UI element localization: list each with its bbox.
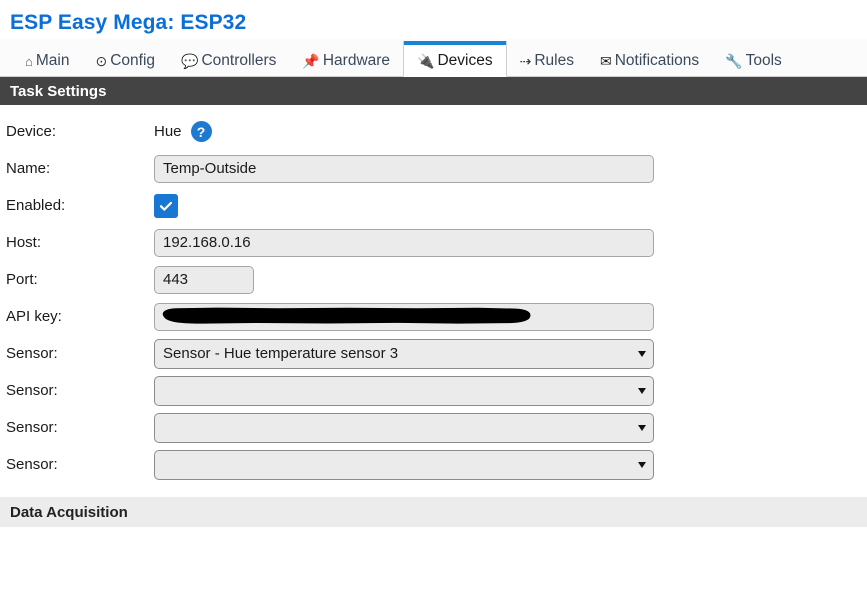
tab-notifications-label: Notifications bbox=[614, 52, 700, 70]
tab-hardware-label: Hardware bbox=[322, 52, 391, 70]
tab-main-label: Main bbox=[35, 52, 70, 70]
form-row-sensor-1: Sensor: Sensor - Hue temperature sensor … bbox=[0, 335, 867, 372]
port-input[interactable] bbox=[154, 265, 254, 294]
tab-controllers[interactable]: 💬 Controllers bbox=[168, 46, 289, 76]
form-row-sensor-4: Sensor: bbox=[0, 446, 867, 483]
data-acquisition-title: Data Acquisition bbox=[10, 503, 128, 521]
sensor-1-value: Sensor - Hue temperature sensor 3 bbox=[163, 345, 399, 363]
tab-controllers-label: Controllers bbox=[201, 52, 277, 70]
envelope-icon: ✉ bbox=[600, 53, 612, 70]
sensor-1-label: Sensor: bbox=[6, 345, 58, 363]
page-header: ESP Easy Mega: ESP32 bbox=[0, 0, 867, 40]
form-row-name: Name: bbox=[0, 150, 867, 187]
sensor-1-select[interactable]: Sensor - Hue temperature sensor 3 bbox=[154, 338, 654, 369]
form-row-port: Port: bbox=[0, 261, 867, 298]
tab-rules-label: Rules bbox=[534, 52, 574, 70]
help-icon[interactable]: ? bbox=[190, 121, 212, 143]
sensor-2-label: Sensor: bbox=[6, 382, 58, 400]
main-navigation: ⌂ Main ⊙ Config 💬 Controllers 📌 Hardware… bbox=[0, 39, 867, 78]
speech-bubble-icon: 💬 bbox=[181, 53, 199, 70]
tab-notifications[interactable]: ✉ Notifications bbox=[587, 46, 712, 76]
gear-icon: ⊙ bbox=[95, 53, 108, 70]
host-label: Host: bbox=[6, 234, 42, 252]
page-title: ESP Easy Mega: ESP32 bbox=[10, 11, 247, 34]
form-row-sensor-2: Sensor: bbox=[0, 372, 867, 409]
enabled-label: Enabled: bbox=[6, 197, 66, 215]
tab-main[interactable]: ⌂ Main bbox=[12, 46, 82, 76]
tab-hardware[interactable]: 📌 Hardware bbox=[289, 46, 403, 76]
host-input[interactable] bbox=[154, 228, 654, 257]
wrench-icon: 🔧 bbox=[725, 53, 743, 70]
name-label: Name: bbox=[6, 160, 51, 178]
form-row-device: Device: Hue ? bbox=[0, 113, 867, 150]
sensor-4-label: Sensor: bbox=[6, 456, 58, 474]
apikey-input[interactable] bbox=[154, 302, 654, 331]
pushpin-icon: 📌 bbox=[302, 53, 320, 70]
checkmark-icon bbox=[159, 201, 173, 211]
device-value: Hue bbox=[154, 123, 182, 141]
sensor-4-select[interactable] bbox=[154, 449, 654, 480]
apikey-label: API key: bbox=[6, 308, 62, 326]
house-icon: ⌂ bbox=[25, 53, 33, 69]
sensor-3-select[interactable] bbox=[154, 412, 654, 443]
tab-devices-label: Devices bbox=[437, 51, 493, 69]
form-row-host: Host: bbox=[0, 224, 867, 261]
data-acquisition-header: Data Acquisition bbox=[0, 497, 867, 528]
tab-devices[interactable]: 🔌 Devices bbox=[403, 41, 507, 78]
sensor-3-label: Sensor: bbox=[6, 419, 58, 437]
task-settings-title: Task Settings bbox=[10, 82, 107, 100]
device-value-group: Hue ? bbox=[154, 121, 212, 143]
task-settings-header: Task Settings bbox=[0, 77, 867, 106]
enabled-checkbox[interactable] bbox=[154, 193, 178, 218]
tab-rules[interactable]: ⇢ Rules bbox=[507, 46, 587, 76]
form-row-enabled: Enabled: bbox=[0, 187, 867, 224]
task-settings-form: Device: Hue ? Name: Enabled: Host: bbox=[0, 105, 867, 497]
name-input[interactable] bbox=[154, 154, 654, 183]
tab-config[interactable]: ⊙ Config bbox=[82, 46, 168, 76]
device-label: Device: bbox=[6, 123, 57, 141]
form-row-sensor-3: Sensor: bbox=[0, 409, 867, 446]
tab-tools-label: Tools bbox=[745, 52, 782, 70]
plug-icon: 🔌 bbox=[417, 52, 435, 69]
tab-tools[interactable]: 🔧 Tools bbox=[712, 46, 795, 76]
port-label: Port: bbox=[6, 271, 38, 289]
sensor-2-select[interactable] bbox=[154, 375, 654, 406]
tab-config-label: Config bbox=[110, 52, 156, 70]
arrow-icon: ⇢ bbox=[519, 53, 532, 70]
form-row-apikey: API key: bbox=[0, 298, 867, 335]
